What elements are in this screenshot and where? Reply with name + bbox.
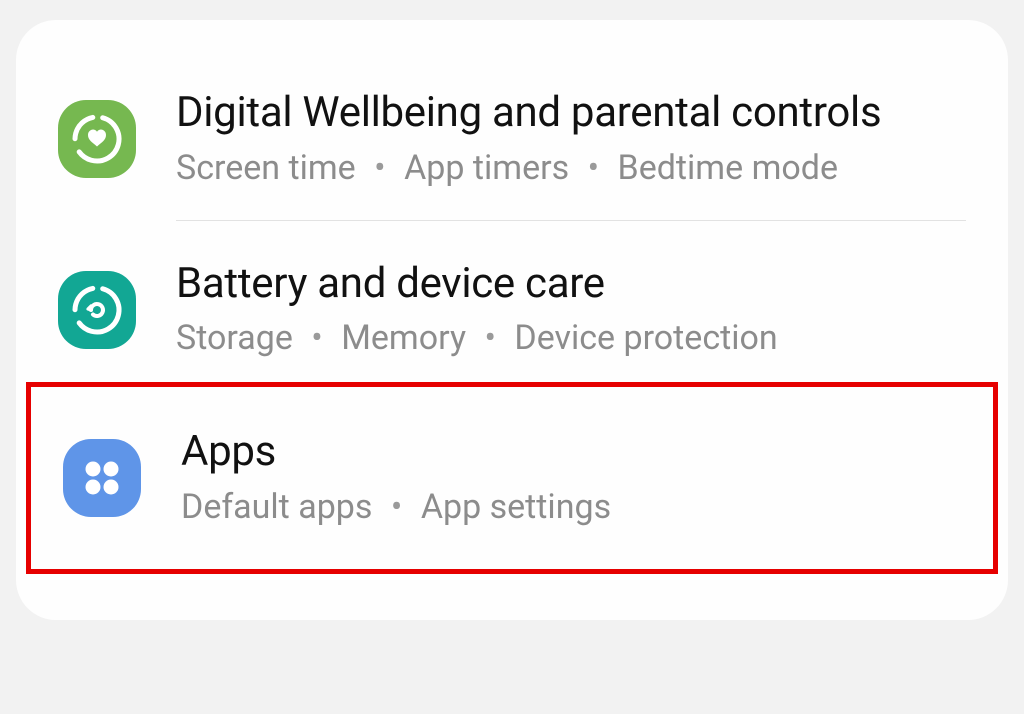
settings-item-apps[interactable]: Apps Default apps • App settings (26, 382, 998, 574)
subtitle-part: App settings (421, 487, 611, 527)
separator-dot: • (588, 148, 599, 188)
item-title: Battery and device care (176, 259, 966, 309)
subtitle-part: Default apps (181, 487, 372, 527)
subtitle-part: App timers (404, 148, 569, 188)
separator-dot: • (484, 318, 495, 358)
subtitle-part: Storage (176, 318, 293, 358)
divider (176, 220, 966, 221)
wellbeing-heart-icon (58, 100, 136, 178)
settings-item-digital-wellbeing[interactable]: Digital Wellbeing and parental controls … (58, 70, 966, 212)
separator-dot: • (311, 318, 322, 358)
item-title: Apps (181, 427, 961, 477)
settings-item-battery-device-care[interactable]: Battery and device care Storage • Memory… (58, 241, 966, 383)
item-subtitle: Default apps • App settings (181, 485, 961, 529)
item-title: Digital Wellbeing and parental controls (176, 88, 966, 138)
subtitle-part: Screen time (176, 148, 356, 188)
subtitle-part: Device protection (514, 318, 777, 358)
subtitle-part: Bedtime mode (618, 148, 838, 188)
item-subtitle: Screen time • App timers • Bedtime mode (176, 146, 966, 190)
item-content: Battery and device care Storage • Memory… (176, 259, 966, 361)
device-care-icon (58, 271, 136, 349)
separator-dot: • (391, 487, 402, 527)
settings-card: Digital Wellbeing and parental controls … (16, 20, 1008, 620)
subtitle-part: Memory (341, 318, 466, 358)
item-subtitle: Storage • Memory • Device protection (176, 316, 966, 360)
item-content: Apps Default apps • App settings (181, 427, 961, 529)
item-content: Digital Wellbeing and parental controls … (176, 88, 966, 190)
apps-grid-icon (63, 439, 141, 517)
separator-dot: • (374, 148, 385, 188)
